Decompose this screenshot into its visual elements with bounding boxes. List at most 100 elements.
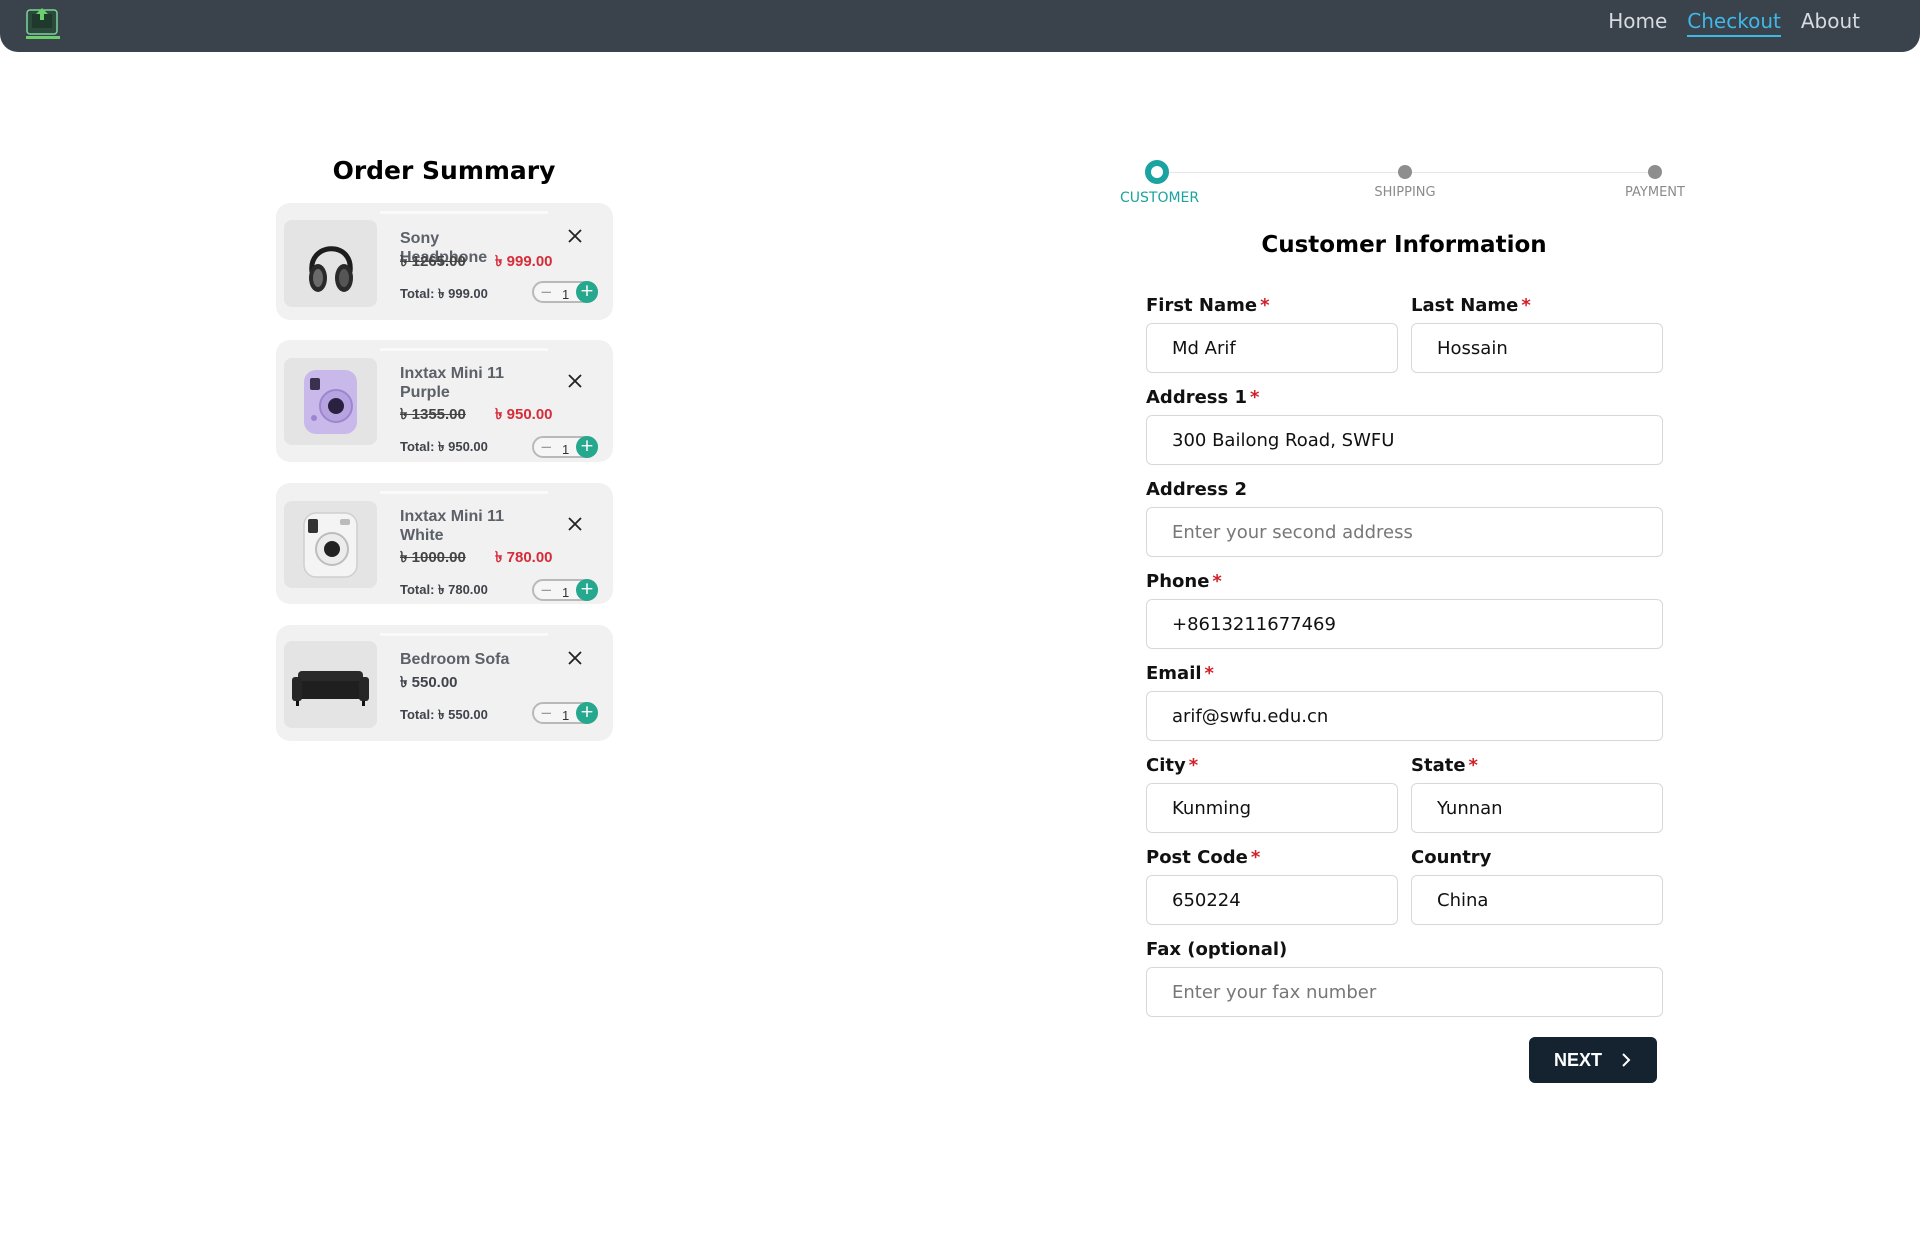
item-name: Bedroom Sofa [400, 651, 510, 668]
increment-button[interactable]: + [576, 702, 598, 724]
divider [380, 491, 548, 494]
email-field: Email * [1146, 663, 1663, 741]
step-customer[interactable]: CUSTOMER [1120, 160, 1200, 206]
city-field: City * [1146, 755, 1398, 833]
checkout-steps: CUSTOMER SHIPPING PAYMENT [1120, 160, 1690, 220]
decrement-button[interactable]: − [540, 284, 553, 300]
item-price: ৳ 999.00 [495, 253, 553, 270]
next-button[interactable]: NEXT [1529, 1037, 1657, 1083]
decrement-button[interactable]: − [540, 582, 553, 598]
top-navbar: Home Checkout About [0, 0, 1920, 52]
camera-purple-icon [284, 358, 377, 445]
quantity-stepper: − 1 + [532, 579, 598, 601]
remove-item-close-icon[interactable] [566, 372, 584, 390]
phone-input[interactable] [1146, 599, 1663, 649]
logo-icon[interactable] [24, 4, 62, 44]
increment-button[interactable]: + [576, 436, 598, 458]
order-summary-title: Order Summary [332, 156, 556, 185]
address2-field: Address 2 [1146, 479, 1663, 557]
fax-field: Fax (optional) [1146, 939, 1663, 1017]
item-old-price: ৳ 1000.00 [400, 549, 466, 566]
item-total: Total: ৳ 950.00 [400, 439, 488, 454]
quantity-stepper: − 1 + [532, 281, 598, 303]
quantity-stepper: − 1 + [532, 436, 598, 458]
divider [380, 211, 548, 214]
quantity-value: 1 [562, 708, 570, 723]
nav-home[interactable]: Home [1608, 9, 1667, 35]
item-price: ৳ 950.00 [495, 406, 553, 423]
cart-item: Sony Headphone ৳ 1265.00 ৳ 999.00 Total:… [276, 203, 613, 320]
remove-item-close-icon[interactable] [566, 227, 584, 245]
cart-item: Bedroom Sofa ৳ 550.00 Total: ৳ 550.00 − … [276, 625, 613, 741]
address1-label: Address 1 * [1146, 387, 1260, 408]
address1-field: Address 1 * [1146, 387, 1663, 465]
post-code-field: Post Code * [1146, 847, 1398, 925]
address2-label: Address 2 [1146, 479, 1248, 500]
item-price: ৳ 780.00 [495, 549, 553, 566]
increment-button[interactable]: + [576, 579, 598, 601]
city-input[interactable] [1146, 783, 1398, 833]
decrement-button[interactable]: − [540, 705, 553, 721]
address2-input[interactable] [1146, 507, 1663, 557]
state-field: State * [1411, 755, 1663, 833]
last-name-input[interactable] [1411, 323, 1663, 373]
nav-about[interactable]: About [1801, 9, 1860, 35]
city-label: City * [1146, 755, 1199, 776]
item-old-price: ৳ 1355.00 [400, 406, 466, 423]
divider [380, 633, 548, 636]
email-label: Email * [1146, 663, 1214, 684]
main-nav: Home Checkout About [1608, 0, 1860, 44]
email-input[interactable] [1146, 691, 1663, 741]
country-label: Country [1411, 847, 1492, 868]
item-price: ৳ 550.00 [400, 674, 458, 691]
chevron-right-icon [1622, 1053, 1631, 1067]
divider [380, 348, 548, 351]
remove-item-close-icon[interactable] [566, 649, 584, 667]
quantity-value: 1 [562, 442, 570, 457]
first-name-label: First Name * [1146, 295, 1270, 316]
camera-white-icon [284, 501, 377, 588]
step-dot-icon [1398, 165, 1412, 179]
step-dot-icon [1648, 165, 1662, 179]
first-name-input[interactable] [1146, 323, 1398, 373]
fax-label: Fax (optional) [1146, 939, 1288, 960]
item-total: Total: ৳ 999.00 [400, 286, 488, 301]
remove-item-close-icon[interactable] [566, 515, 584, 533]
step-active-dot-icon [1145, 160, 1169, 184]
item-old-price: ৳ 1265.00 [400, 253, 466, 270]
phone-field: Phone * [1146, 571, 1663, 649]
state-input[interactable] [1411, 783, 1663, 833]
customer-info-title: Customer Information [1261, 232, 1547, 258]
increment-button[interactable]: + [576, 281, 598, 303]
state-label: State * [1411, 755, 1478, 776]
nav-checkout[interactable]: Checkout [1687, 7, 1781, 37]
item-name: Inxtax Mini 11 White [400, 508, 505, 544]
item-total: Total: ৳ 780.00 [400, 582, 488, 597]
post-code-label: Post Code * [1146, 847, 1261, 868]
country-field: Country [1411, 847, 1663, 925]
step-shipping[interactable]: SHIPPING [1370, 160, 1440, 200]
address1-input[interactable] [1146, 415, 1663, 465]
quantity-stepper: − 1 + [532, 702, 598, 724]
last-name-label: Last Name * [1411, 295, 1531, 316]
country-input[interactable] [1411, 875, 1663, 925]
cart-item: Inxtax Mini 11 Purple ৳ 1355.00 ৳ 950.00… [276, 340, 613, 462]
item-total: Total: ৳ 550.00 [400, 707, 488, 722]
phone-label: Phone * [1146, 571, 1222, 592]
next-button-label: NEXT [1553, 1049, 1602, 1070]
fax-input[interactable] [1146, 967, 1663, 1017]
step-payment[interactable]: PAYMENT [1620, 160, 1690, 200]
decrement-button[interactable]: − [540, 439, 553, 455]
first-name-field: First Name * [1146, 295, 1398, 373]
post-code-input[interactable] [1146, 875, 1398, 925]
sofa-icon [284, 641, 377, 728]
last-name-field: Last Name * [1411, 295, 1663, 373]
step-label: CUSTOMER [1120, 190, 1200, 206]
step-label: SHIPPING [1374, 185, 1436, 200]
headphone-icon [284, 220, 377, 307]
quantity-value: 1 [562, 585, 570, 600]
quantity-value: 1 [562, 287, 570, 302]
cart-item: Inxtax Mini 11 White ৳ 1000.00 ৳ 780.00 … [276, 483, 613, 604]
step-label: PAYMENT [1625, 185, 1685, 200]
item-name: Inxtax Mini 11 Purple [400, 365, 505, 401]
